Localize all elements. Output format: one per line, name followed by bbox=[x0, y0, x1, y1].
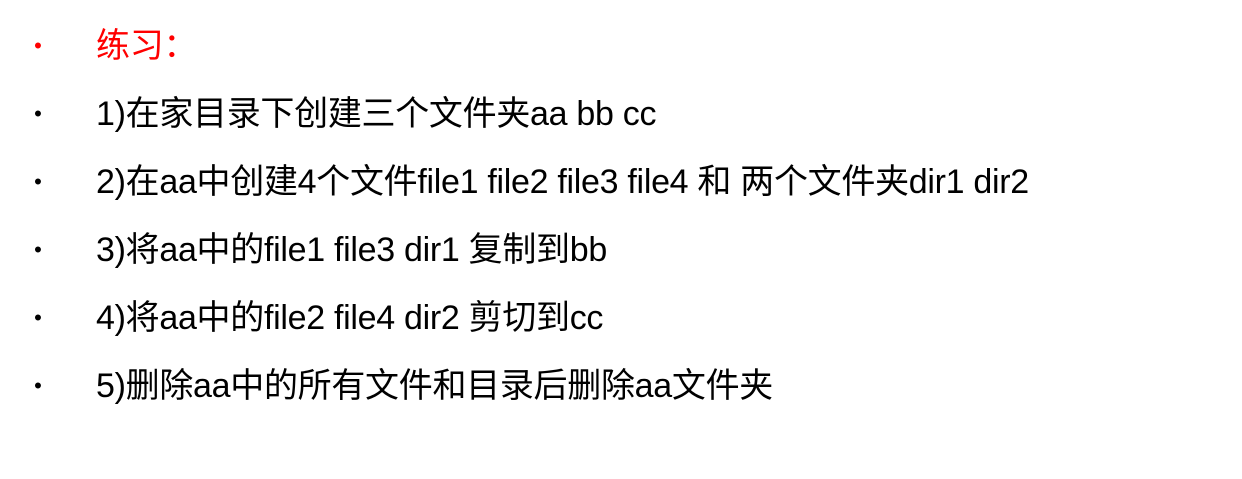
exercise-item-text: 2)在aa中创建4个文件file1 file2 file3 file4 和 两个… bbox=[96, 163, 1029, 201]
exercise-item-text: 5)删除aa中的所有文件和目录后删除aa文件夹 bbox=[96, 367, 773, 405]
exercise-item: • 4)将aa中的file2 file4 dir2 剪切到cc bbox=[0, 284, 1242, 352]
exercise-item-text: 1)在家目录下创建三个文件夹aa bb cc bbox=[96, 95, 657, 133]
exercise-item: • 2)在aa中创建4个文件file1 file2 file3 file4 和 … bbox=[0, 148, 1242, 216]
exercise-item: • 3)将aa中的file1 file3 dir1 复制到bb bbox=[0, 216, 1242, 284]
exercise-item-text: 4)将aa中的file2 file4 dir2 剪切到cc bbox=[96, 299, 604, 337]
bullet-icon: • bbox=[34, 373, 42, 398]
exercise-item: • 1)在家目录下创建三个文件夹aa bb cc bbox=[0, 80, 1242, 148]
bullet-icon: • bbox=[34, 305, 42, 330]
bullet-icon: • bbox=[34, 169, 42, 194]
exercise-list: • 练习： • 1)在家目录下创建三个文件夹aa bb cc • 2)在aa中创… bbox=[0, 12, 1242, 420]
bullet-icon: • bbox=[34, 237, 42, 262]
bullet-icon: • bbox=[34, 101, 42, 126]
bullet-icon: • bbox=[34, 33, 42, 58]
exercise-item: • 5)删除aa中的所有文件和目录后删除aa文件夹 bbox=[0, 352, 1242, 420]
exercise-title: 练习： bbox=[96, 27, 198, 65]
exercise-item-text: 3)将aa中的file1 file3 dir1 复制到bb bbox=[96, 231, 607, 269]
slide: • 练习： • 1)在家目录下创建三个文件夹aa bb cc • 2)在aa中创… bbox=[0, 0, 1242, 479]
exercise-heading: • 练习： bbox=[0, 12, 1242, 80]
